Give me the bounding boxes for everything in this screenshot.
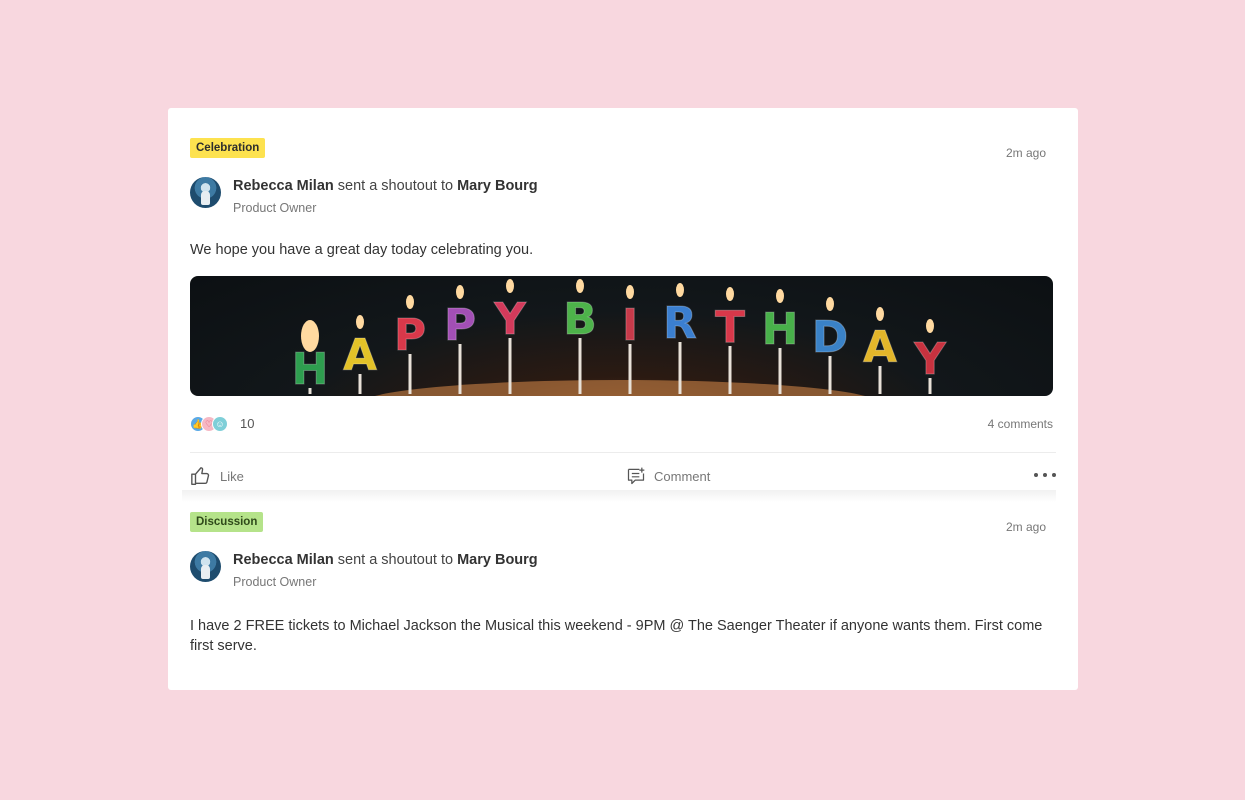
post-separator bbox=[182, 490, 1056, 502]
recipient-name[interactable]: Mary Bourg bbox=[457, 552, 538, 568]
more-options-button[interactable] bbox=[1034, 466, 1056, 484]
birthday-candles-graphic: HAPPYBIRTHDAY bbox=[291, 279, 948, 396]
candle-letter-text: I bbox=[622, 300, 638, 351]
author-role: Product Owner bbox=[233, 575, 317, 589]
thumbs-up-icon bbox=[191, 467, 210, 485]
divider bbox=[190, 452, 1056, 453]
more-dots-icon bbox=[1034, 473, 1038, 477]
post-tag[interactable]: Celebration bbox=[190, 138, 266, 158]
candle-letter: P bbox=[393, 295, 427, 394]
avatar[interactable] bbox=[190, 551, 221, 582]
birthday-banner-image: HAPPYBIRTHDAY bbox=[190, 276, 1053, 396]
avatar[interactable] bbox=[190, 177, 221, 208]
candle-letter: T bbox=[714, 287, 746, 394]
feed-card: Celebration 2m ago Rebecca Milan sent a … bbox=[168, 108, 1078, 690]
candle-letter-text: A bbox=[863, 322, 897, 373]
candle-letter-text: R bbox=[663, 298, 697, 349]
candle-letter: Y bbox=[913, 319, 948, 394]
candle-letter-text: P bbox=[444, 300, 476, 351]
post-discussion: Discussion 2m ago Rebecca Milan sent a s… bbox=[190, 512, 1056, 672]
post-tag[interactable]: Discussion bbox=[190, 512, 264, 532]
author-row: Rebecca Milan sent a shoutout to Mary Bo… bbox=[190, 176, 890, 216]
candle-letter: P bbox=[443, 285, 477, 394]
smile-reaction-icon: ☺ bbox=[212, 416, 228, 432]
author-line: Rebecca Milan sent a shoutout to Mary Bo… bbox=[233, 552, 538, 568]
candle-letter: A bbox=[862, 307, 898, 394]
candle-letter: H bbox=[761, 289, 799, 394]
candle-letter-text: T bbox=[715, 302, 745, 353]
post-message: We hope you have a great day today celeb… bbox=[190, 242, 534, 258]
comments-count[interactable]: 4 comments bbox=[988, 417, 1053, 431]
post-message: I have 2 FREE tickets to Michael Jackson… bbox=[190, 618, 1043, 654]
candle-letter-text: Y bbox=[493, 294, 527, 345]
post-time: 2m ago bbox=[1005, 146, 1046, 160]
candle-letter-text: H bbox=[762, 304, 799, 355]
author-name[interactable]: Rebecca Milan bbox=[233, 552, 334, 568]
reaction-count: 10 bbox=[240, 416, 255, 431]
candle-letter-text: B bbox=[563, 294, 597, 345]
like-label: Like bbox=[220, 468, 244, 484]
candle-letter: A bbox=[342, 315, 378, 394]
candle-letter: H bbox=[291, 320, 329, 396]
post-stats: 👍 ♡ ☺ 10 4 comments bbox=[190, 415, 1053, 435]
candle-letter-text: A bbox=[343, 330, 377, 381]
candle-letter-text: Y bbox=[913, 334, 947, 385]
candle-letter-text: P bbox=[394, 310, 426, 361]
author-row: Rebecca Milan sent a shoutout to Mary Bo… bbox=[190, 550, 890, 590]
recipient-name[interactable]: Mary Bourg bbox=[457, 178, 538, 194]
candle-letter: R bbox=[663, 283, 697, 394]
shoutout-text: sent a shoutout to bbox=[333, 552, 458, 568]
like-button[interactable]: Like bbox=[190, 462, 244, 490]
comment-button[interactable]: Comment bbox=[626, 462, 710, 490]
candle-letter: B bbox=[563, 279, 597, 394]
comment-label: Comment bbox=[654, 468, 711, 484]
candle-letter-text: H bbox=[292, 344, 329, 395]
post-celebration: Celebration 2m ago Rebecca Milan sent a … bbox=[190, 138, 1056, 498]
candle-letter-text: D bbox=[812, 312, 849, 363]
candle-letter: D bbox=[811, 297, 849, 394]
post-actions: Like Comment bbox=[190, 462, 1056, 492]
author-role: Product Owner bbox=[233, 201, 317, 215]
cake-glow bbox=[374, 380, 866, 396]
comment-icon bbox=[627, 467, 645, 485]
shoutout-text: sent a shoutout to bbox=[333, 178, 458, 194]
candle-letter: I bbox=[621, 285, 639, 394]
reactions-summary[interactable]: 👍 ♡ ☺ 10 bbox=[190, 415, 260, 433]
author-line: Rebecca Milan sent a shoutout to Mary Bo… bbox=[233, 178, 538, 194]
post-time: 2m ago bbox=[1005, 520, 1046, 534]
candle-letter: Y bbox=[493, 279, 528, 394]
author-name[interactable]: Rebecca Milan bbox=[233, 178, 334, 194]
